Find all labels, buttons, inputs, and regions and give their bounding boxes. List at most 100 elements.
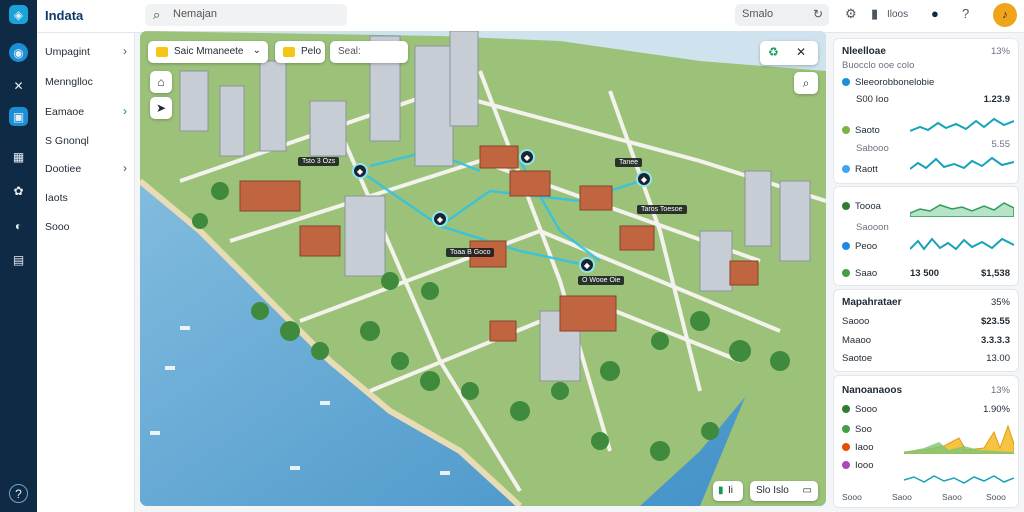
bottom-right-control[interactable]: Slo Islo ▭ [750,481,818,501]
map-pin-icon[interactable]: ◆ [432,211,448,227]
city-map[interactable]: ◆ Tsto 3 Ozs ◆ ◆ Tanee ◆ Taros Toesoe To… [140,31,826,506]
row-label: Iaoo [855,442,874,453]
row-label: Saoto [855,125,880,136]
panel-title: Nanoanaoos [842,385,903,396]
row-label: Maaoo [842,335,872,346]
sidebar-item-label: Umpagint [45,46,90,58]
sidebar-item-1[interactable]: Umpagint › [45,44,131,62]
bottom-right-label: Slo Islo [756,485,789,496]
grid-icon[interactable]: ▦ [9,147,28,166]
panel-row: Iooo [842,460,874,471]
pelo-chip[interactable]: Pelo [275,41,325,63]
map-pin-label: Tsto 3 Ozs [298,157,340,166]
recycle-icon[interactable]: ♻ [768,45,779,59]
panel-row: Saoto [842,125,880,136]
map-canvas [140,31,826,506]
panel-title: Mapahrataer [842,297,902,308]
axis-label: Sooo [986,492,1006,502]
panel-title-value: 13% [990,46,1010,57]
settings-icon[interactable]: ▤ [9,250,28,269]
bottom-left-control[interactable]: ▮ Ii [713,481,743,501]
sidebar-item-label: Dootiee [45,163,82,175]
avatar[interactable]: ♪ [993,3,1017,27]
map-pin-label: Taros Toesoe [637,205,687,214]
sparkline-chart [904,475,1014,484]
row-value: $23.55 [980,316,1010,327]
layer-select[interactable]: Saic Mmaneete ⌄ [148,41,268,63]
sparkline-chart [910,156,1014,170]
panel-traffic: Toooa Saooon Peoo Saao 13 500 $1,538 [833,186,1019,286]
panel-row: Toooa [842,201,881,212]
map-search-label: Seal: [338,46,361,57]
layer-select-label: Saic Mmaneete [174,46,244,57]
chevron-down-icon: ⌄ [252,45,261,56]
pelo-chip-label: Pelo [301,46,322,57]
search-icon: ⌕ [153,7,161,22]
sidebar-item-2[interactable]: Mennglloc [45,74,131,92]
row-label: S00 Ioo [856,94,889,105]
layers-icon[interactable]: ▣ [9,107,28,126]
row-sub-label: Saooon [856,222,889,233]
row-value: 3.3.3.3 [980,335,1010,346]
sidebar-item-4[interactable]: S Gnonql [45,133,131,151]
panel-row: Raott [842,164,878,175]
close-icon[interactable]: ✕ [796,45,806,59]
chevron-right-icon: › [123,44,127,58]
app-logo-icon[interactable]: ◈ [9,5,28,24]
document-icon[interactable]: ▮ [871,6,878,22]
row-label: Iooo [855,460,874,471]
status-dot-icon [842,461,850,470]
panel-title-value: 35% [990,297,1010,308]
notification-icon[interactable]: ● [931,6,939,21]
map-pin-icon[interactable]: ◆ [519,149,535,165]
sidebar-item-7[interactable]: Sooo [45,219,131,237]
status-dot-icon [842,425,850,434]
sidebar-item-label: Eamaoe [45,106,85,118]
map-pin-icon[interactable]: ◆ [636,171,652,187]
lock-icon[interactable]: ⌂ [150,71,172,93]
globe-icon[interactable]: ◉ [9,43,28,62]
sparkline-chart [910,117,1014,132]
map-toggle-group: ♻ ✕ [760,41,818,65]
sidebar-item-5[interactable]: Dootiee › [45,161,131,179]
gear-icon[interactable]: ⚙ [845,6,857,22]
row-label: Saooo [842,316,870,327]
search-input[interactable]: ⌕ Nemajan [145,4,347,26]
row-label: Saotoe [842,353,873,364]
row-label: Sooo [855,404,878,415]
axis-label: Saoo [892,492,912,502]
layer-chip-icon [156,47,173,58]
zoom-search-icon[interactable]: ⌕ [794,72,818,94]
sidebar-item-6[interactable]: Iaots [45,190,131,208]
network-icon[interactable]: ✿ [9,181,28,200]
panel-title-value: 13% [990,385,1010,396]
panel-title: Nleelloae [842,46,886,57]
row-value: 1.23.9 [983,94,1010,105]
navigate-icon[interactable]: ➤ [150,97,172,119]
row-sub-label: Sabooo [856,143,889,154]
panel-row: Iaoo [842,442,874,453]
area-chart [904,424,1014,454]
panel-row: Soo [842,424,872,435]
row-label: Saao [855,268,878,279]
panel-row: Sooo [842,404,877,415]
refresh-icon[interactable]: ↻ [813,7,823,21]
map-pin-label: Toaa B Goco [446,248,495,257]
help-icon[interactable]: ? [9,484,28,503]
map-pin-icon[interactable]: ◆ [352,163,368,179]
chevron-right-icon: › [123,161,127,175]
tools-icon[interactable]: ✕ [9,76,28,95]
expand-icon[interactable]: ▭ [803,485,812,496]
secondary-search-input[interactable]: Smalo ↻ [735,4,829,26]
axis-label: Sooo [842,492,862,502]
compass-icon[interactable]: ◐ [9,216,28,235]
row-label: Toooa [855,201,881,212]
map-pin-icon[interactable]: ◆ [579,257,595,273]
sidebar-item-3[interactable]: Eamaoe › [45,104,131,122]
map-search-input[interactable]: Seal: [330,41,408,63]
sidebar-item-label: S Gnonql [45,135,89,147]
help-circle-icon[interactable]: ? [962,6,969,21]
status-dot-icon [842,165,850,174]
status-dot-icon [842,242,850,251]
secondary-search-label: Smalo [742,8,774,20]
